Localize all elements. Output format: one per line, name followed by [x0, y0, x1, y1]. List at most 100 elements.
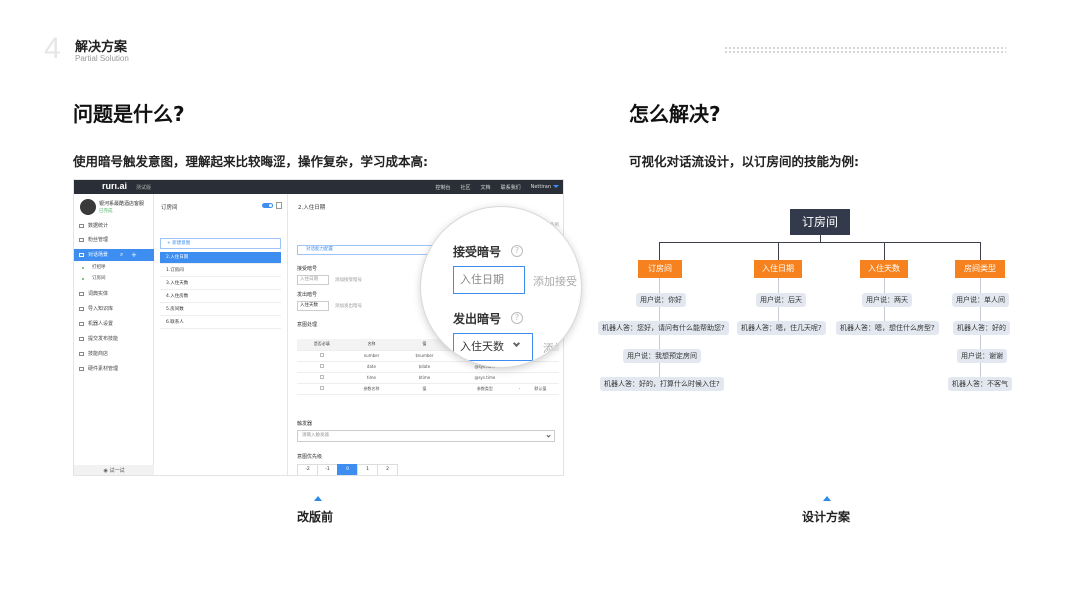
- nav-console[interactable]: 控制台: [436, 184, 451, 191]
- help-icon[interactable]: ?: [511, 245, 523, 257]
- priority-label: 意图优先级: [297, 454, 323, 460]
- right-caption: 设计方案: [802, 510, 851, 524]
- flow-node-booking[interactable]: 订房间: [638, 260, 682, 278]
- sidebar-subitem-booking[interactable]: 订房间: [74, 274, 154, 284]
- panel-title: 订房间: [161, 205, 178, 211]
- flow-bubble[interactable]: 用户说：后天: [756, 293, 806, 307]
- send-add-hint[interactable]: 添加发出暗号: [335, 303, 362, 309]
- mag-receive-input[interactable]: 入住日期: [453, 266, 525, 294]
- intent-row[interactable]: 6.联系人: [160, 317, 281, 329]
- logo-subtitle: 测试版: [136, 185, 152, 191]
- sidebar-item-dialogs[interactable]: 对话场景 ⌕ +: [74, 249, 154, 261]
- intent-row[interactable]: 2.入住日期: [160, 252, 281, 264]
- left-heading: 问题是什么?: [73, 102, 185, 126]
- import-icon: [79, 307, 84, 311]
- section-subtitle: Partial Solution: [75, 54, 129, 63]
- intent-row[interactable]: 5.房间数: [160, 304, 281, 316]
- table-header: 名称: [346, 339, 397, 351]
- priority-selector: -2 -1 0 1 2: [297, 464, 398, 475]
- flow-bubble[interactable]: 机器人答：您好，请问有什么能帮助您?: [598, 321, 729, 335]
- mag-send-add[interactable]: 添加: [543, 340, 565, 356]
- trigger-input[interactable]: 请输入触发器: [297, 430, 555, 442]
- sidebar-item-publish[interactable]: 提交发布技能: [74, 333, 154, 345]
- table-cell: $date: [396, 361, 453, 373]
- receive-input[interactable]: 入住日期: [297, 275, 329, 285]
- nav-community[interactable]: 社区: [461, 184, 471, 191]
- add-intent-button[interactable]: + 新建意图: [160, 238, 281, 249]
- left-subheading: 使用暗号触发意图，理解起来比较晦涩，操作复杂，学习成本高:: [73, 154, 429, 169]
- priority-option[interactable]: 0: [337, 464, 358, 475]
- avatar: [80, 199, 96, 215]
- receive-add-hint[interactable]: 添加接受暗号: [335, 277, 362, 283]
- sidebar-item-stats[interactable]: 数据统计: [74, 220, 154, 232]
- flow-bubble[interactable]: 用户说：两天: [862, 293, 912, 307]
- table-cell[interactable]: 参数名称: [346, 383, 397, 395]
- table-cell: number: [346, 350, 397, 362]
- mag-send-label: 发出暗号: [453, 312, 502, 326]
- chevron-down-icon[interactable]: [553, 185, 559, 188]
- intent-row[interactable]: 1.订房间: [160, 265, 281, 277]
- intent-list-panel: 订房间 + 新建意图 2.入住日期 1.订房间 3.入住天数 4.入住房数 5.…: [154, 194, 288, 475]
- flow-bubble[interactable]: 用户说：我想预定房间: [623, 349, 701, 363]
- book-icon: [79, 292, 84, 296]
- flow-node-room-type[interactable]: 房间类型: [955, 260, 1005, 278]
- priority-option[interactable]: -2: [297, 464, 318, 475]
- sidebar-item-fans[interactable]: 粉丝管理: [74, 234, 154, 246]
- send-select[interactable]: 入住天数: [297, 301, 329, 311]
- flow-bubble[interactable]: 机器人答：好的: [953, 321, 1010, 335]
- help-icon[interactable]: ?: [511, 312, 523, 324]
- sidebar-item-store[interactable]: 技能商店: [74, 348, 154, 360]
- table-cell[interactable]: 值: [396, 383, 453, 395]
- nav-user[interactable]: Nettiran: [531, 184, 551, 191]
- checkbox: [319, 375, 324, 379]
- search-icon[interactable]: ⌕: [120, 249, 123, 261]
- priority-option[interactable]: -1: [317, 464, 338, 475]
- flow-bubble[interactable]: 机器人答：不客气: [948, 377, 1012, 391]
- left-caption: 改版前: [297, 510, 334, 524]
- checkbox: [319, 364, 324, 368]
- flow-root-node[interactable]: 订房间: [790, 209, 850, 235]
- mag-receive-add[interactable]: 添加接受: [533, 273, 577, 289]
- sidebar-subitem-greeting[interactable]: 打招呼: [74, 263, 154, 273]
- sidebar-item-dictionary[interactable]: 词典实体: [74, 288, 154, 300]
- try-button[interactable]: ◉ 试一试: [74, 465, 154, 475]
- triangle-up-icon: [314, 496, 322, 501]
- editor-title: 2.入住日期: [298, 205, 326, 211]
- top-bar: rurı.ai 测试版 控制台 社区 文档 联系我们 Nettiran: [74, 180, 563, 194]
- connector-line: [659, 242, 981, 243]
- checkbox: [319, 353, 324, 357]
- nav-docs[interactable]: 文档: [481, 184, 491, 191]
- sidebar-item-hardware[interactable]: 硬件素材管理: [74, 363, 154, 375]
- flow-node-stay-days[interactable]: 入住天数: [860, 260, 908, 278]
- flow-bubble[interactable]: 用户说：谢谢: [957, 349, 1007, 363]
- sidebar-item-robot-settings[interactable]: 机器人设置: [74, 318, 154, 330]
- table-header: 是否必填: [297, 339, 347, 351]
- connector-line: [659, 242, 660, 260]
- profile-name: 银河系最酷酒店客服: [99, 201, 145, 207]
- intent-row[interactable]: 4.入住房数: [160, 291, 281, 303]
- table-cell[interactable]: 参数类型: [452, 383, 518, 395]
- priority-option[interactable]: 2: [377, 464, 398, 475]
- mag-receive-label: 接受暗号: [453, 245, 502, 259]
- store-icon: [79, 352, 84, 356]
- document-icon[interactable]: [276, 202, 282, 209]
- nav-contact[interactable]: 联系我们: [501, 184, 521, 191]
- intent-row[interactable]: 3.入住天数: [160, 278, 281, 290]
- table-cell: @sys.time: [452, 372, 518, 384]
- flow-bubble[interactable]: 机器人答：嗯，想住什么房型?: [836, 321, 939, 335]
- logo: rurı.ai: [102, 181, 128, 191]
- flow-bubble[interactable]: 用户说：单人间: [952, 293, 1009, 307]
- flow-node-checkin-date[interactable]: 入住日期: [754, 260, 802, 278]
- table-cell[interactable]: 默认值: [521, 383, 559, 395]
- priority-option[interactable]: 1: [357, 464, 378, 475]
- flow-bubble[interactable]: 机器人答：嗯，住几天呢?: [737, 321, 826, 335]
- sidebar-item-knowledge[interactable]: 导入知识库: [74, 303, 154, 315]
- profile-status: 已完成: [99, 209, 113, 214]
- flow-bubble[interactable]: 机器人答：好的，打算什么时候入住?: [600, 377, 724, 391]
- enable-toggle[interactable]: [262, 203, 273, 208]
- section-title: 解决方案: [75, 40, 128, 55]
- mag-send-select[interactable]: 入住天数: [453, 333, 533, 361]
- add-icon[interactable]: +: [131, 249, 137, 261]
- robot-icon: [79, 322, 84, 326]
- flow-bubble[interactable]: 用户说：你好: [636, 293, 686, 307]
